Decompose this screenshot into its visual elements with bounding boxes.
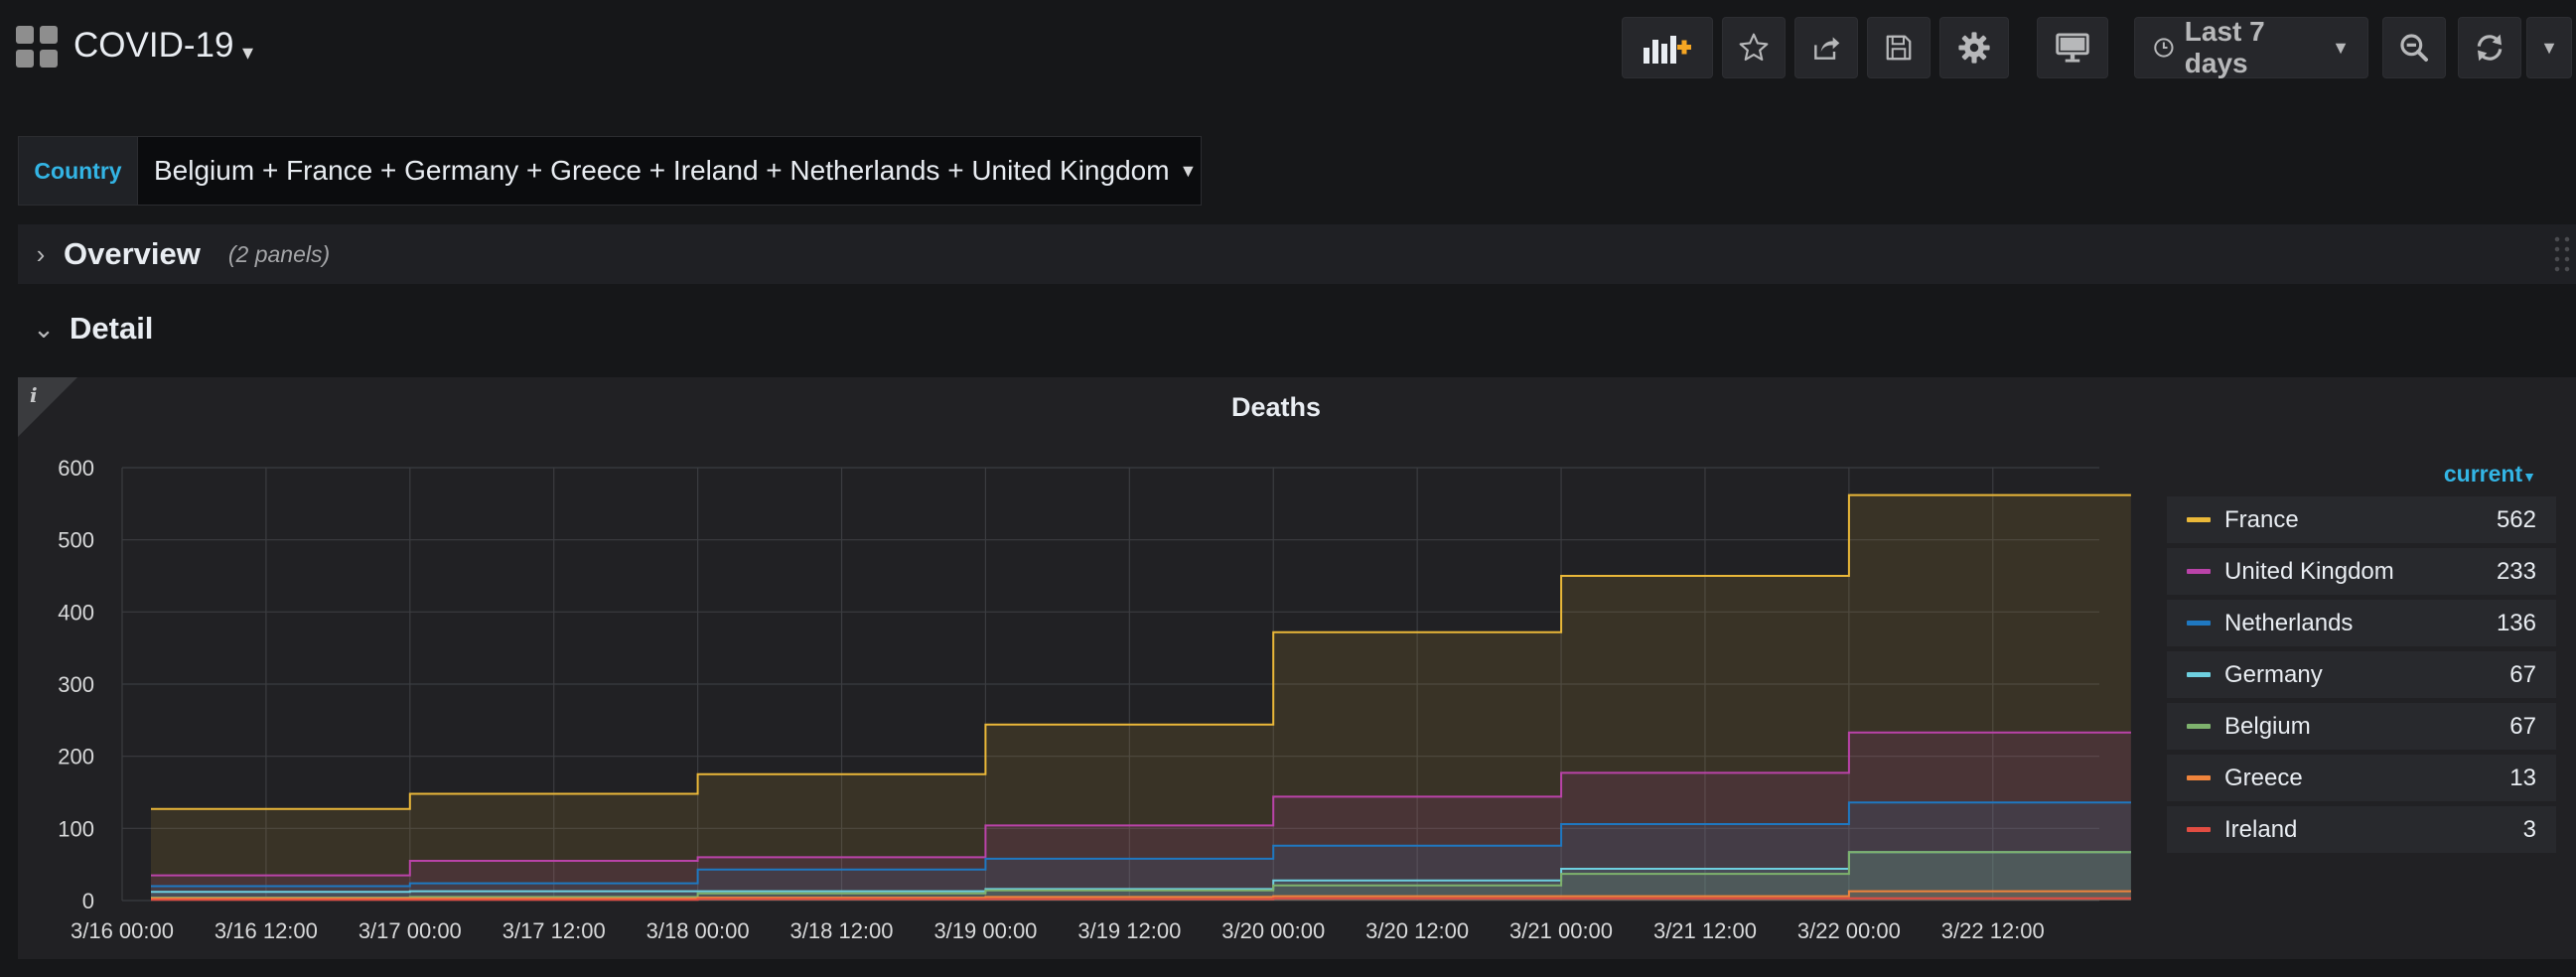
- x-tick-label: 3/16 12:00: [215, 918, 318, 943]
- dashboard-navbar: COVID-19 ▾ Last 7 days ▼ ▼: [0, 0, 2576, 99]
- y-tick-label: 500: [58, 528, 94, 553]
- legend-series-name[interactable]: Germany: [2224, 661, 2509, 689]
- zoom-out-icon: [2400, 34, 2428, 62]
- caret-down-icon[interactable]: ▾: [242, 40, 253, 66]
- x-tick-label: 3/21 00:00: [1509, 918, 1613, 943]
- x-tick-label: 3/19 00:00: [933, 918, 1037, 943]
- caret-down-icon: ▼: [2540, 37, 2558, 58]
- variable-value-dropdown[interactable]: Belgium + France + Germany + Greece + Ir…: [137, 136, 1202, 206]
- x-tick-label: 3/17 00:00: [358, 918, 462, 943]
- x-tick-label: 3/18 00:00: [646, 918, 750, 943]
- refresh-icon: [2477, 34, 2503, 62]
- x-tick-label: 3/19 12:00: [1077, 918, 1181, 943]
- share-icon: [1814, 37, 1840, 60]
- caret-down-icon: ▼: [2332, 37, 2350, 58]
- legend-item-belgium[interactable]: Belgium 67: [2167, 703, 2556, 750]
- legend-series-name[interactable]: Ireland: [2224, 816, 2523, 844]
- legend-swatch[interactable]: [2187, 517, 2211, 522]
- legend-swatch[interactable]: [2187, 775, 2211, 780]
- legend-swatch[interactable]: [2187, 672, 2211, 677]
- legend-item-united-kingdom[interactable]: United Kingdom 233: [2167, 548, 2556, 595]
- legend-current-value: 3: [2522, 815, 2536, 843]
- legend-swatch[interactable]: [2187, 827, 2211, 832]
- legend-series-name[interactable]: United Kingdom: [2224, 558, 2497, 586]
- legend-item-france[interactable]: France 562: [2167, 496, 2556, 543]
- row-detail[interactable]: ⌄ Detail: [18, 304, 153, 353]
- legend-current-value: 136: [2496, 609, 2536, 636]
- graph-legend: current▼ France 562 United Kingdom 233 Nethe…: [2167, 461, 2556, 858]
- add-panel-button[interactable]: [1622, 17, 1713, 78]
- legend-item-greece[interactable]: Greece 13: [2167, 755, 2556, 801]
- legend-item-netherlands[interactable]: Netherlands 136: [2167, 600, 2556, 646]
- variable-value: Belgium + France + Germany + Greece + Ir…: [154, 155, 1170, 186]
- x-tick-label: 3/22 00:00: [1797, 918, 1901, 943]
- legend-current-value: 67: [2509, 712, 2536, 740]
- row-panel-count: (2 panels): [227, 240, 331, 267]
- deaths-graph[interactable]: 3/16 00:00 3/16 12:00 3/17 00:00 3/17 12:00…: [18, 377, 2143, 959]
- settings-button[interactable]: [1939, 17, 2009, 78]
- template-variable-country: Country Belgium + France + Germany + Gre…: [18, 136, 1202, 206]
- row-title[interactable]: Overview: [64, 236, 201, 272]
- legend-item-ireland[interactable]: Ireland 3: [2167, 806, 2556, 853]
- x-tick-label: 3/21 12:00: [1653, 918, 1757, 943]
- row-title[interactable]: Detail: [70, 311, 153, 347]
- legend-series-name[interactable]: France: [2224, 506, 2497, 534]
- monitor-icon: [2056, 33, 2089, 63]
- tv-mode-button[interactable]: [2037, 17, 2108, 78]
- legend-sort-current[interactable]: current▼: [2167, 461, 2556, 496]
- x-tick-label: 3/20 12:00: [1365, 918, 1469, 943]
- save-icon: [1886, 35, 1912, 61]
- x-tick-label: 3/22 12:00: [1941, 918, 2045, 943]
- x-tick-label: 3/16 00:00: [71, 918, 174, 943]
- legend-series-name[interactable]: Netherlands: [2224, 610, 2497, 637]
- chevron-down-icon: ⌄: [33, 313, 55, 344]
- star-button[interactable]: [1722, 17, 1786, 78]
- y-tick-label: 200: [58, 745, 94, 769]
- legend-item-germany[interactable]: Germany 67: [2167, 651, 2556, 698]
- x-tick-label: 3/20 00:00: [1221, 918, 1325, 943]
- legend-series-name[interactable]: Belgium: [2224, 713, 2509, 741]
- dashboard-grid-icon[interactable]: [16, 26, 58, 68]
- time-range-label: Last 7 days: [2184, 16, 2265, 78]
- star-icon: [1739, 33, 1769, 62]
- variable-label: Country: [18, 136, 137, 206]
- legend-header-label: current: [2443, 461, 2523, 487]
- x-tick-label: 3/17 12:00: [502, 918, 606, 943]
- y-tick-label: 300: [58, 672, 94, 697]
- legend-swatch[interactable]: [2187, 569, 2211, 574]
- legend-series-name[interactable]: Greece: [2224, 765, 2509, 792]
- y-tick-label: 0: [82, 889, 94, 913]
- legend-current-value: 233: [2496, 557, 2536, 585]
- drag-handle[interactable]: [2552, 234, 2572, 274]
- legend-current-value: 13: [2509, 764, 2536, 791]
- zoom-out-button[interactable]: [2382, 17, 2446, 78]
- x-tick-label: 3/18 12:00: [790, 918, 894, 943]
- share-button[interactable]: [1794, 17, 1858, 78]
- add-panel-icon: [1644, 36, 1691, 64]
- y-tick-label: 600: [58, 456, 94, 481]
- save-button[interactable]: [1867, 17, 1931, 78]
- dashboard-title[interactable]: COVID-19: [73, 26, 233, 66]
- y-tick-label: 400: [58, 600, 94, 625]
- graph-panel-deaths: i Deaths 3/16 00:00 3/16 12:00 3/17 00:00 3…: [18, 377, 2576, 959]
- time-range-picker[interactable]: Last 7 days ▼: [2134, 16, 2368, 78]
- caret-down-icon: ▼: [1179, 160, 1198, 181]
- y-tick-label: 100: [58, 816, 94, 841]
- row-overview[interactable]: › Overview (2 panels): [18, 224, 2576, 284]
- legend-swatch[interactable]: [2187, 621, 2211, 626]
- legend-current-value: 562: [2496, 505, 2536, 533]
- legend-current-value: 67: [2509, 660, 2536, 688]
- gear-icon: [1958, 32, 1990, 64]
- legend-swatch[interactable]: [2187, 724, 2211, 729]
- chevron-right-icon: ›: [36, 238, 46, 269]
- refresh-interval-dropdown[interactable]: ▼: [2526, 17, 2572, 78]
- refresh-button[interactable]: [2458, 17, 2521, 78]
- clock-icon: [2154, 38, 2174, 58]
- sort-desc-icon: ▼: [2522, 469, 2536, 485]
